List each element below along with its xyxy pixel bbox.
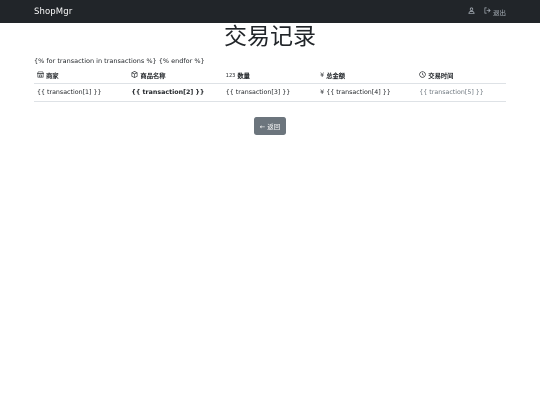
back-button-wrap: ← 返回 — [34, 114, 506, 135]
column-header-quantity: 123 数量 — [222, 67, 318, 84]
table-header-row: 商家 商品名称 123 数量 ¥ 总金额 交易时间 — [34, 67, 506, 84]
main-content: 交易记录 {% for transaction in transactions … — [34, 24, 506, 135]
user-menu[interactable] — [468, 7, 475, 16]
box-icon — [131, 71, 138, 80]
person-icon — [468, 7, 475, 16]
logout-icon — [484, 7, 491, 16]
template-loop-text: {% for transaction in transactions %} {%… — [34, 57, 205, 65]
brand-link[interactable]: ShopMgr — [34, 7, 72, 17]
cell-total-amount: ¥ {{ transaction[4] }} — [317, 83, 417, 102]
top-navbar: ShopMgr 退出 — [0, 0, 540, 23]
back-button[interactable]: ← 返回 — [253, 117, 287, 135]
cell-transaction-time: {{ transaction[5] }} — [416, 83, 506, 102]
table-row: {{ transaction[1] }} {{ transaction[2] }… — [34, 83, 506, 102]
logout-label: 退出 — [493, 8, 506, 17]
column-header-merchant: 商家 — [34, 67, 129, 84]
shop-icon — [36, 71, 45, 80]
cell-quantity: {{ transaction[3] }} — [222, 83, 318, 102]
transactions-table: 商家 商品名称 123 数量 ¥ 总金额 交易时间 {{transaction… — [34, 67, 506, 102]
navbar-actions: 退出 — [468, 7, 506, 17]
numbers-icon: 123 — [225, 72, 236, 79]
logout-link[interactable]: 退出 — [484, 7, 506, 17]
yen-icon: ¥ — [320, 72, 325, 79]
cell-product-name: {{ transaction[2] }} — [128, 83, 223, 102]
column-header-product-name: 商品名称 — [128, 67, 223, 84]
column-header-transaction-time: 交易时间 — [416, 67, 506, 84]
cell-merchant: {{ transaction[1] }} — [34, 83, 129, 102]
page-title: 交易记录 — [224, 24, 316, 50]
column-header-total-amount: ¥ 总金额 — [317, 67, 417, 84]
clock-icon — [419, 71, 426, 80]
yen-icon: ¥ — [320, 89, 325, 96]
